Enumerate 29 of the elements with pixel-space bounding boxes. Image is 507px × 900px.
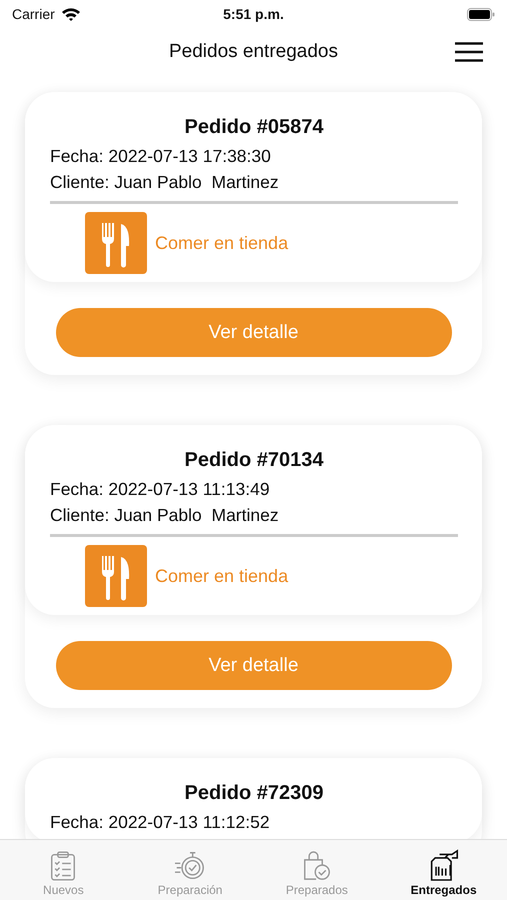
delivery-bag-icon [428,849,459,881]
view-detail-button[interactable]: Ver detalle [56,641,452,690]
carrier-name: Carrier [12,6,55,22]
fork-knife-icon [85,212,147,274]
customer-name: Cliente: Juan Pablo Martinez [50,504,280,527]
stopwatch-icon [174,851,206,881]
service-type: Comer en tienda [155,566,288,586]
view-detail-button[interactable]: Ver detalle [56,308,452,357]
order-number: Pedido #72309 [184,782,324,805]
wifi-icon [60,7,81,21]
battery-icon [467,8,495,20]
fork-knife-icon [85,545,147,607]
clock-time: 5:51 p.m. [223,6,284,22]
screen-title: Pedidos entregados [168,41,338,63]
bag-check-icon [302,851,331,881]
tab-item[interactable]: Entregados [380,840,507,900]
customer-name: Cliente: Juan Pablo Martinez [50,171,280,194]
service-type: Comer en tienda [155,232,288,254]
order-date: Fecha: 2022-07-13 17:38:30 [50,145,272,168]
tab-item[interactable]: Preparación [126,840,254,900]
menu-icon [455,42,483,62]
menu-button[interactable] [455,42,483,62]
order-date: Fecha: 2022-07-13 11:12:52 [50,811,271,834]
clipboard-checklist-icon [50,851,76,881]
tab-item[interactable]: Nuevos [0,840,127,900]
order-number: Pedido #05874 [184,116,324,139]
order-date: Fecha: 2022-07-13 11:13:49 [50,478,271,501]
order-number: Pedido #70134 [184,449,324,472]
tab-item[interactable]: Preparados [254,840,380,900]
